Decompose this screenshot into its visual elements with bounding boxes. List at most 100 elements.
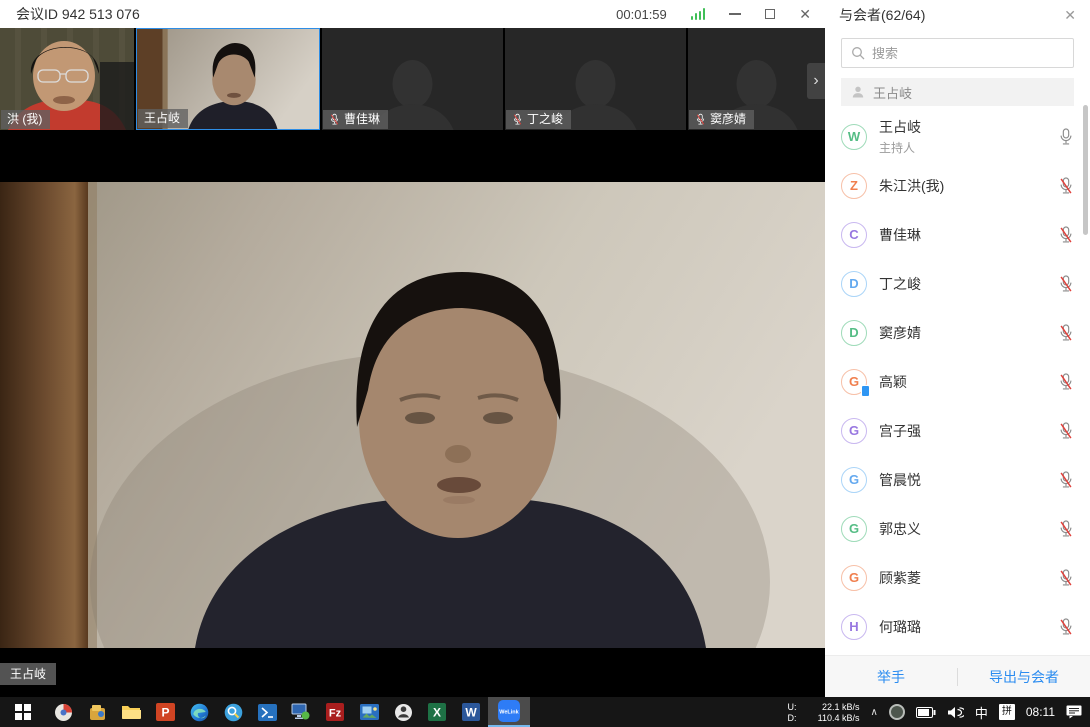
- taskbar-icon-photos-app[interactable]: [352, 697, 386, 727]
- minimize-button[interactable]: [729, 13, 741, 15]
- participants-title: 与会者(62/64): [839, 5, 925, 25]
- taskbar-icon-game-app[interactable]: [386, 697, 420, 727]
- taskbar-icon-word[interactable]: W: [454, 697, 488, 727]
- mic-muted-icon: [512, 113, 523, 126]
- video-thumbnail-strip: 洪 (我) 王占岐 曹佳琳 丁之峻: [0, 28, 825, 130]
- mic-muted-icon[interactable]: [1058, 225, 1074, 245]
- participants-close-button[interactable]: ✕: [1064, 7, 1076, 24]
- taskbar-app-icons: P Fz XW WeLink: [0, 697, 530, 727]
- participant-row[interactable]: G宫子强: [825, 406, 1090, 455]
- video-thumbnail-5[interactable]: 窦彦婧: [688, 28, 825, 130]
- mic-muted-icon[interactable]: [1058, 323, 1074, 343]
- scrollbar-thumb[interactable]: [1083, 105, 1088, 235]
- taskbar-icon-powerpoint[interactable]: P: [148, 697, 182, 727]
- mic-muted-icon: [329, 113, 340, 126]
- active-speaker-indicator: 王占岐: [841, 78, 1074, 106]
- video-thumbnail-2[interactable]: 王占岐: [136, 28, 320, 130]
- participant-row[interactable]: Z朱江洪(我): [825, 161, 1090, 210]
- taskbar-icon-start[interactable]: [0, 697, 46, 727]
- participant-row[interactable]: D窦彦婧: [825, 308, 1090, 357]
- participant-row[interactable]: G郭忠义: [825, 504, 1090, 553]
- video-thumbnail-4[interactable]: 丁之峻: [505, 28, 686, 130]
- speaker-icon[interactable]: [947, 706, 964, 719]
- taskbar-icon-remote-desktop[interactable]: [284, 697, 318, 727]
- main-video-stage[interactable]: 王占岐: [0, 130, 825, 697]
- taskbar-icon-welink[interactable]: WeLink: [488, 697, 530, 727]
- mic-muted-icon[interactable]: [1058, 519, 1074, 539]
- mic-muted-icon[interactable]: [1058, 372, 1074, 392]
- participant-search-box: [841, 38, 1074, 68]
- participant-avatar: G: [841, 467, 867, 493]
- taskbar-icon-search-app[interactable]: [216, 697, 250, 727]
- show-hidden-icons-chevron[interactable]: ∧: [871, 707, 878, 718]
- ime-language-indicator[interactable]: 中: [975, 703, 988, 722]
- participant-avatar: G: [841, 369, 867, 395]
- mic-on-icon[interactable]: [1058, 127, 1074, 147]
- participant-row[interactable]: H何璐璐: [825, 602, 1090, 651]
- participant-avatar: D: [841, 271, 867, 297]
- windows-taskbar: P Fz XW WeLink U:22.1 kB/s D:110.4 kB/s ∧ 中…: [0, 697, 1090, 727]
- mic-muted-icon[interactable]: [1058, 274, 1074, 294]
- mic-muted-icon[interactable]: [1058, 568, 1074, 588]
- participant-avatar: G: [841, 418, 867, 444]
- svg-text:WeLink: WeLink: [499, 710, 519, 716]
- action-center-icon[interactable]: [1066, 705, 1082, 719]
- maximize-restore-button[interactable]: [765, 9, 775, 19]
- thumbnail-name-label: 王占岐: [138, 109, 188, 128]
- raise-hand-button[interactable]: 举手: [825, 667, 957, 687]
- main-video-name-label: 王占岐: [0, 663, 56, 685]
- participant-name: 丁之峻: [879, 274, 921, 294]
- thumbnail-next-arrow-button[interactable]: ›: [807, 63, 825, 99]
- video-thumbnail-3[interactable]: 曹佳琳: [322, 28, 503, 130]
- mic-muted-icon: [695, 113, 706, 126]
- taskbar-icon-browser-app[interactable]: [46, 697, 80, 727]
- participant-avatar: W: [841, 124, 867, 150]
- participants-panel: 与会者(62/64) ✕ 王占岐 W王占岐主持人 Z朱江洪(我): [825, 0, 1090, 697]
- ime-pinyin-icon[interactable]: 拼: [999, 704, 1015, 720]
- mic-muted-icon[interactable]: [1058, 176, 1074, 196]
- svg-text:X: X: [433, 706, 441, 720]
- participant-name: 曹佳琳: [879, 225, 921, 245]
- participant-row[interactable]: C 曹佳琳: [825, 210, 1090, 259]
- system-tray: U:22.1 kB/s D:110.4 kB/s ∧ 中 拼 08:11: [788, 697, 1090, 727]
- participant-name: 高颖: [879, 372, 907, 392]
- participant-row[interactable]: W王占岐主持人: [825, 112, 1090, 161]
- person-icon: [851, 85, 865, 99]
- participant-row[interactable]: D 丁之峻: [825, 259, 1090, 308]
- taskbar-icon-powershell[interactable]: [250, 697, 284, 727]
- taskbar-icon-archive-app[interactable]: [80, 697, 114, 727]
- participant-avatar: Z: [841, 173, 867, 199]
- taskbar-icon-excel[interactable]: X: [420, 697, 454, 727]
- participant-list: W王占岐主持人 Z朱江洪(我) C曹佳琳 D丁之峻 D窦彦婧 G高颖 G宫子: [825, 106, 1090, 655]
- search-icon: [851, 46, 865, 60]
- meeting-id-label: 会议ID 942 513 076: [0, 4, 140, 24]
- meeting-timer: 00:01:59: [616, 7, 667, 22]
- participant-avatar: G: [841, 565, 867, 591]
- mic-muted-icon[interactable]: [1058, 470, 1074, 490]
- speaker-video-art: [0, 182, 825, 648]
- participant-avatar: C: [841, 222, 867, 248]
- thumbnail-name-label: 洪 (我): [1, 110, 50, 129]
- participant-row[interactable]: G 管晨悦: [825, 455, 1090, 504]
- meeting-app-window: 会议ID 942 513 076 00:01:59 ✕ 洪 (我): [0, 0, 1090, 727]
- export-participants-button[interactable]: 导出与会者: [958, 667, 1090, 687]
- mic-muted-icon[interactable]: [1058, 421, 1074, 441]
- close-window-button[interactable]: ✕: [799, 7, 811, 21]
- mic-muted-icon[interactable]: [1058, 617, 1074, 637]
- taskbar-icon-filezilla[interactable]: Fz: [318, 697, 352, 727]
- participants-footer: 举手 导出与会者: [825, 655, 1090, 697]
- video-thumbnail-1[interactable]: 洪 (我): [0, 28, 134, 130]
- meeting-main-region: 会议ID 942 513 076 00:01:59 ✕ 洪 (我): [0, 0, 825, 697]
- taskbar-clock[interactable]: 08:11: [1026, 705, 1055, 719]
- tray-app-icon[interactable]: [889, 704, 905, 720]
- battery-icon[interactable]: [916, 707, 936, 718]
- participants-header: 与会者(62/64) ✕: [825, 0, 1090, 30]
- participant-row[interactable]: G 高颖: [825, 357, 1090, 406]
- participant-row[interactable]: G顾紫菱: [825, 553, 1090, 602]
- thumbnail-name-label: 曹佳琳: [323, 110, 388, 129]
- search-input[interactable]: [872, 46, 1064, 61]
- taskbar-icon-file-explorer[interactable]: [114, 697, 148, 727]
- taskbar-icon-edge[interactable]: [182, 697, 216, 727]
- participant-name: 管晨悦: [879, 470, 921, 490]
- participant-name: 窦彦婧: [879, 323, 921, 343]
